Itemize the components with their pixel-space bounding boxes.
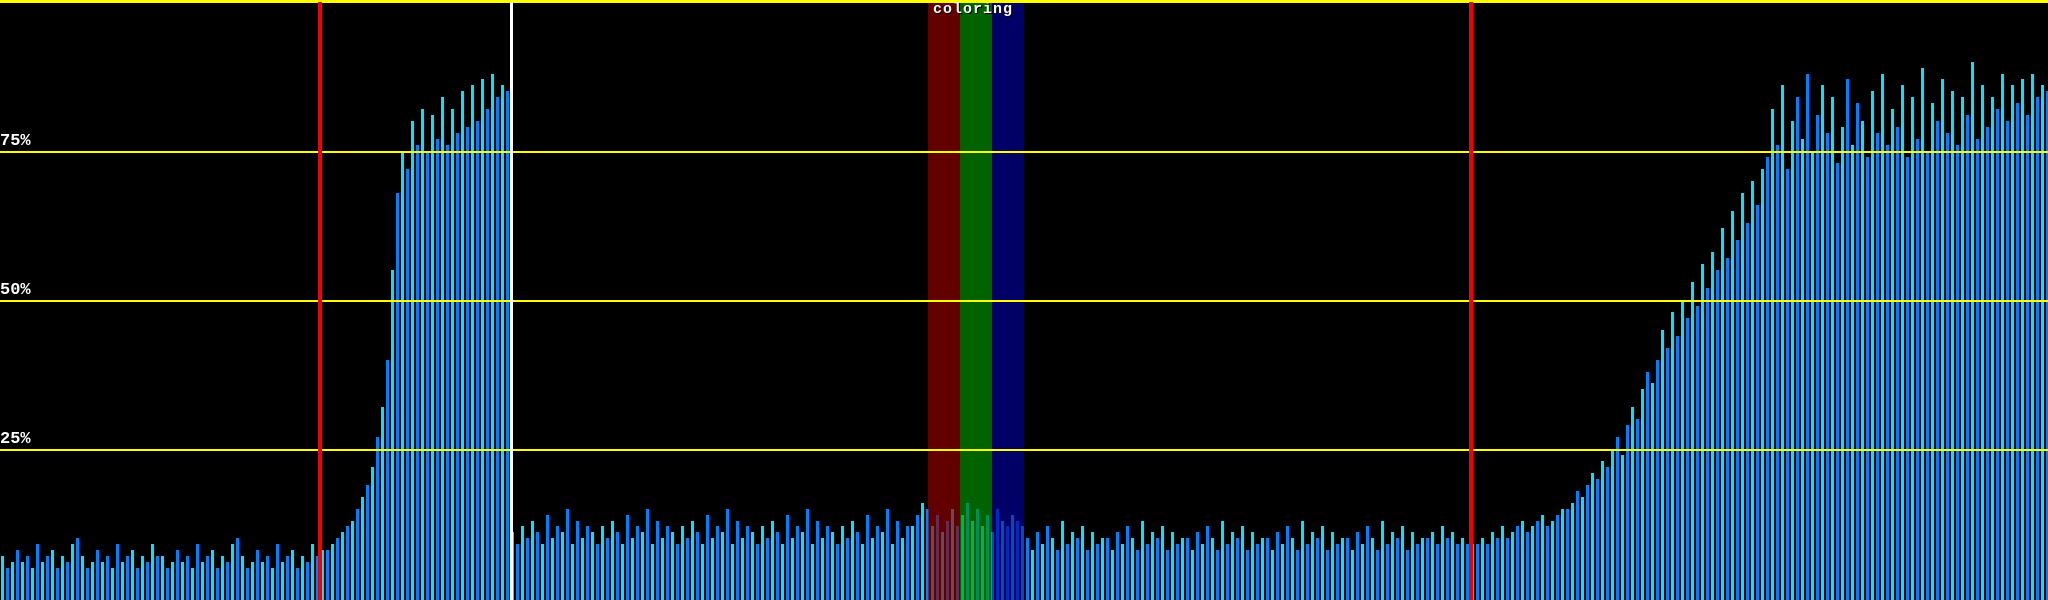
label-layer: coloring 75% 50% 25%: [0, 0, 2048, 600]
y-axis-label-25: 25%: [0, 430, 31, 449]
y-axis-label-75: 75%: [0, 132, 31, 151]
histogram-chart: coloring 75% 50% 25%: [0, 0, 2048, 600]
coloring-label: coloring: [932, 1, 1014, 18]
y-axis-label-50: 50%: [0, 281, 31, 300]
